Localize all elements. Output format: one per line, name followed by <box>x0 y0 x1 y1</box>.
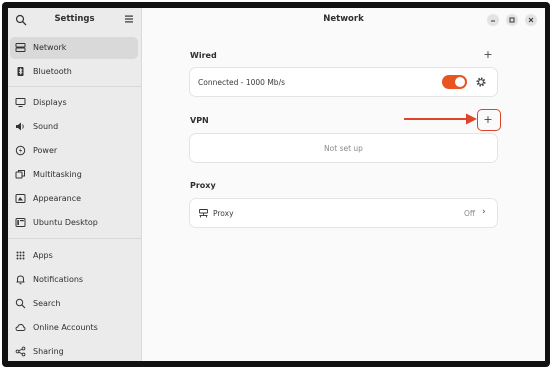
sidebar-item-label: Multitasking <box>33 170 82 179</box>
sidebar-item-label: Bluetooth <box>33 67 72 76</box>
sidebar-item-apps[interactable]: Apps <box>10 245 138 267</box>
close-button[interactable] <box>525 14 537 26</box>
wired-status-text: Connected - 1000 Mb/s <box>198 78 285 87</box>
power-icon <box>15 145 26 156</box>
toggle-knob <box>455 77 465 87</box>
annotation-arrow-icon <box>404 113 477 125</box>
wired-toggle-switch[interactable] <box>442 75 467 89</box>
sidebar-item-search[interactable]: Search <box>10 293 138 315</box>
sidebar-item-label: Online Accounts <box>33 323 98 332</box>
minimize-button[interactable] <box>487 14 499 26</box>
maximize-button[interactable] <box>506 14 518 26</box>
annotation-highlight-box <box>477 109 501 131</box>
proxy-value: Off <box>464 209 476 218</box>
sidebar-item-network[interactable]: Network <box>10 37 138 59</box>
sidebar-item-notifications[interactable]: Notifications <box>10 269 138 291</box>
close-icon <box>528 17 534 23</box>
cloud-icon <box>15 324 26 331</box>
proxy-icon <box>199 209 208 218</box>
minimize-icon <box>491 20 495 22</box>
sidebar-divider <box>8 86 141 87</box>
vpn-status-text: Not set up <box>324 144 363 153</box>
sound-icon <box>16 122 24 131</box>
sidebar-item-label: Power <box>33 146 58 155</box>
sidebar-item-label: Notifications <box>33 275 84 284</box>
page-title: Network <box>323 14 364 24</box>
hamburger-menu-icon[interactable] <box>124 14 134 24</box>
sidebar-item-label: Network <box>33 43 67 52</box>
main-content: Network Wired + Connected - 1000 Mb/s VP… <box>142 8 545 361</box>
proxy-label: Proxy <box>213 209 234 218</box>
vpn-row: Not set up <box>190 134 497 162</box>
bluetooth-icon <box>17 67 24 76</box>
sidebar-title: Settings <box>54 14 95 24</box>
sidebar-item-online-accounts[interactable]: Online Accounts <box>10 317 138 339</box>
chevron-right-icon: › <box>482 207 486 217</box>
sidebar-item-label: Apps <box>33 251 53 260</box>
sidebar: Settings Network Bluetooth Displays Soun… <box>8 8 142 361</box>
sidebar-item-ubuntu-desktop[interactable]: Ubuntu Desktop <box>10 212 138 234</box>
network-icon <box>15 43 26 52</box>
wired-connection-row: Connected - 1000 Mb/s <box>190 68 497 96</box>
ubuntu-desktop-icon <box>15 218 26 227</box>
maximize-icon <box>509 17 515 23</box>
vpn-section-title: VPN <box>190 116 209 125</box>
multitasking-icon <box>15 170 25 179</box>
proxy-section-title: Proxy <box>190 181 216 190</box>
sidebar-item-label: Appearance <box>33 194 82 203</box>
sidebar-item-label: Search <box>33 299 61 308</box>
sidebar-item-displays[interactable]: Displays <box>10 92 138 114</box>
sidebar-divider <box>8 238 141 239</box>
sidebar-item-sharing[interactable]: Sharing <box>10 341 138 361</box>
gear-icon[interactable] <box>475 76 487 88</box>
settings-window: Settings Network Bluetooth Displays Soun… <box>8 8 545 361</box>
display-icon <box>15 98 26 107</box>
sidebar-item-label: Sound <box>33 122 59 131</box>
sidebar-item-label: Sharing <box>33 347 64 356</box>
bell-icon <box>16 275 25 285</box>
sidebar-item-sound[interactable]: Sound <box>10 116 138 138</box>
sidebar-item-power[interactable]: Power <box>10 140 138 162</box>
share-icon <box>15 346 26 357</box>
wired-section-title: Wired <box>190 51 217 60</box>
sidebar-item-label: Displays <box>33 98 67 107</box>
sidebar-header: Settings <box>8 8 141 32</box>
apps-icon <box>16 251 25 260</box>
sidebar-item-label: Ubuntu Desktop <box>33 218 98 227</box>
appearance-icon <box>15 194 26 203</box>
sidebar-item-bluetooth[interactable]: Bluetooth <box>10 61 138 83</box>
search-icon <box>15 298 26 309</box>
add-wired-button[interactable]: + <box>481 48 495 62</box>
sidebar-item-multitasking[interactable]: Multitasking <box>10 164 138 186</box>
proxy-row[interactable]: Proxy Off › <box>190 199 497 227</box>
sidebar-item-appearance[interactable]: Appearance <box>10 188 138 210</box>
